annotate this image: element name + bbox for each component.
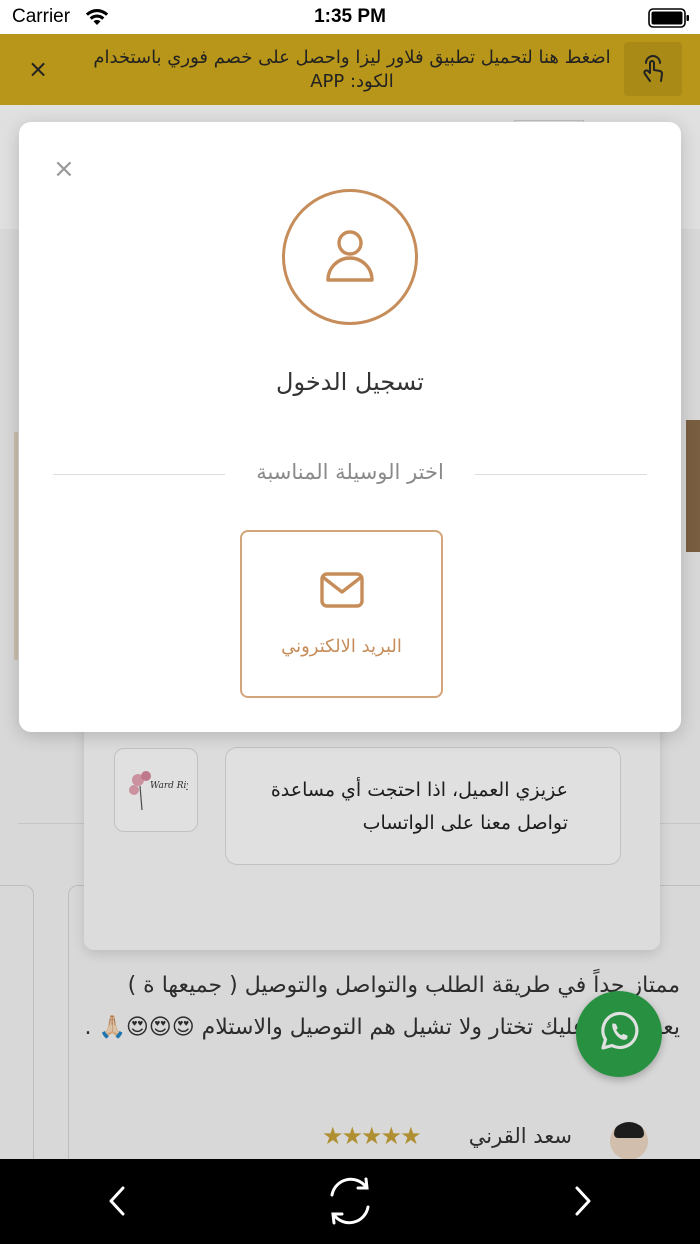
choose-method-label: اختر الوسيلة المناسبة xyxy=(256,460,444,484)
tap-hand-icon[interactable] xyxy=(624,42,682,96)
battery-icon xyxy=(648,8,690,32)
forward-arrow-icon[interactable] xyxy=(572,1185,594,1221)
promo-text[interactable]: اضغط هنا لتحميل تطبيق فلاور ليزا واحصل ع… xyxy=(92,46,612,94)
email-login-button[interactable]: البريد الالكتروني xyxy=(240,530,443,698)
envelope-icon xyxy=(320,572,364,612)
email-login-label: البريد الالكتروني xyxy=(281,636,402,657)
modal-title: تسجيل الدخول xyxy=(276,368,424,396)
status-bar: Carrier 1:35 PM xyxy=(0,0,700,34)
user-icon xyxy=(323,226,377,288)
divider-line-right xyxy=(475,474,647,475)
user-avatar-circle xyxy=(282,189,418,325)
close-icon[interactable]: × xyxy=(53,156,75,182)
back-arrow-icon[interactable] xyxy=(106,1185,128,1221)
promo-close-button[interactable]: × xyxy=(28,57,48,81)
login-modal: × تسجيل الدخول اختر الوسيلة المناسبة الب… xyxy=(19,122,681,732)
refresh-icon[interactable] xyxy=(322,1173,378,1233)
clock: 1:35 PM xyxy=(314,6,386,27)
divider-line-left xyxy=(53,474,225,475)
bottom-navigation-bar xyxy=(0,1159,700,1244)
promo-banner[interactable]: × اضغط هنا لتحميل تطبيق فلاور ليزا واحصل… xyxy=(0,34,700,105)
